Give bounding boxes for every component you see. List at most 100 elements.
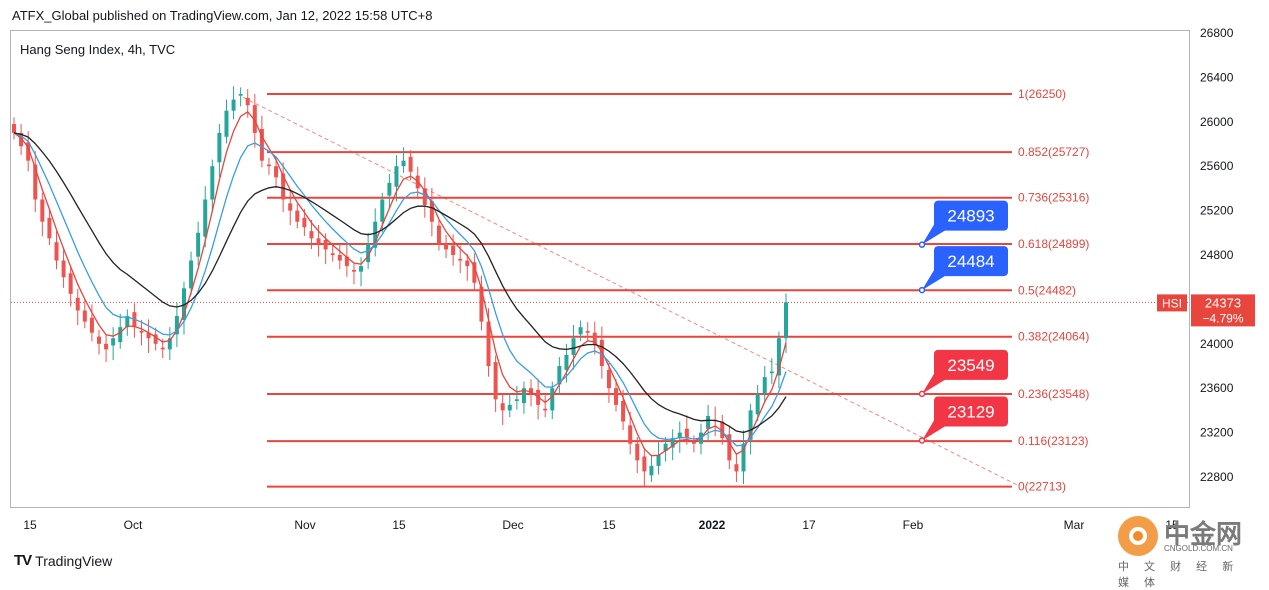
candle-body: [54, 242, 59, 261]
candle-body: [245, 97, 250, 106]
footer-brand: TradingView: [35, 552, 113, 569]
candle-body: [691, 442, 696, 444]
y-tick-label: 25200: [1200, 204, 1234, 218]
cngold-watermark: 中金网 CNGOLD.COM.CN 中 文 财 经 新 媒 体: [1112, 510, 1262, 589]
candle-body: [189, 260, 194, 289]
y-tick-label: 24000: [1200, 337, 1234, 351]
candle-body: [160, 347, 165, 350]
candle-body: [543, 408, 548, 411]
candle-body: [217, 132, 222, 163]
candle-body: [635, 443, 640, 461]
x-tick-label: 17: [802, 518, 816, 532]
candle-body: [769, 371, 774, 374]
fib-level-label: 0.618(24899): [1018, 237, 1089, 251]
x-tick-label: Nov: [294, 518, 315, 532]
y-tick-label: 25600: [1200, 159, 1234, 173]
symbol-label: HSI: [1162, 296, 1182, 310]
candle-body: [295, 210, 300, 222]
candle-body: [550, 388, 555, 411]
fib-level-label: 0.5(24482): [1018, 283, 1076, 297]
candle-body: [330, 253, 335, 255]
candle-body: [82, 310, 87, 322]
candlestick-chart[interactable]: 2680026400260002560025200248002440024000…: [0, 0, 1269, 583]
candle-body: [656, 454, 661, 466]
candle-body: [104, 343, 109, 350]
candle-body: [784, 302, 788, 339]
candle-body: [47, 217, 52, 239]
price-callout: 23549: [918, 349, 1008, 398]
callout-label: 24893: [947, 207, 994, 226]
candle-body: [224, 110, 229, 137]
callout-label: 23549: [947, 356, 994, 375]
tradingview-footer[interactable]: TV TradingView: [14, 552, 112, 569]
candle-body: [231, 99, 236, 111]
watermark-url: CNGOLD.COM.CN: [1164, 544, 1233, 553]
y-tick-label: 22800: [1200, 470, 1234, 484]
y-tick-label: 26800: [1200, 26, 1234, 40]
fib-level-label: 0.116(23123): [1018, 434, 1089, 448]
y-tick-label: 23200: [1200, 426, 1234, 440]
candle-body: [274, 166, 279, 178]
candle-body: [507, 404, 512, 411]
fib-level-label: 0.852(25727): [1018, 145, 1089, 159]
candle-body: [408, 156, 413, 172]
candle-body: [266, 164, 271, 167]
candle-body: [394, 166, 399, 187]
candle-body: [479, 286, 484, 322]
candle-body: [139, 331, 144, 333]
x-tick-label: 15: [602, 518, 616, 532]
callout-anchor: [918, 390, 926, 398]
last-price-label: 24373: [1205, 295, 1241, 310]
candle-body: [444, 243, 449, 250]
x-tick-label: Feb: [903, 518, 924, 532]
candle-body: [302, 217, 307, 228]
price-callout: 23129: [918, 396, 1008, 444]
cngold-logo-icon: [1118, 516, 1158, 556]
candle-body: [203, 199, 208, 237]
candle-body: [755, 393, 760, 415]
callout-label: 24484: [947, 252, 994, 271]
candle-body: [309, 231, 314, 239]
watermark-sub: 中 文 财 经 新 媒 体: [1118, 561, 1240, 589]
candle-body: [458, 258, 463, 261]
fib-level-label: 1(26250): [1018, 87, 1066, 101]
candle-body: [40, 199, 45, 222]
candle-body: [606, 369, 611, 389]
candle-body: [238, 94, 243, 96]
price-change-label: −4.79%: [1202, 311, 1243, 325]
candle-body: [642, 456, 647, 472]
candle-body: [493, 362, 498, 400]
candle-body: [96, 336, 101, 344]
price-callout: 24484: [918, 246, 1008, 294]
candle-body: [401, 160, 406, 167]
candle-body: [436, 225, 441, 244]
candles-group: [12, 86, 788, 487]
candle-body: [68, 273, 73, 294]
x-tick-label: 2022: [699, 518, 726, 532]
candle-body: [323, 240, 328, 250]
y-tick-label: 24800: [1200, 248, 1234, 262]
fib-level-label: 0.236(23548): [1018, 387, 1089, 401]
candle-body: [564, 354, 569, 370]
x-tick-label: Dec: [502, 518, 523, 532]
callout-anchor: [918, 286, 926, 294]
candle-body: [500, 403, 505, 411]
candle-body: [684, 428, 689, 439]
callout-anchor: [918, 241, 926, 248]
callout-label: 23129: [947, 402, 994, 421]
fib-level-label: 0(22713): [1018, 480, 1066, 494]
candle-body: [621, 400, 626, 422]
candle-body: [288, 203, 293, 211]
candle-body: [316, 238, 321, 244]
candle-body: [628, 425, 633, 444]
candle-body: [571, 338, 576, 355]
candle-body: [337, 255, 342, 261]
candle-body: [387, 182, 392, 196]
x-tick-label: 15: [392, 518, 406, 532]
y-tick-label: 26000: [1200, 115, 1234, 129]
y-tick-label: 26400: [1200, 70, 1234, 84]
x-tick-label: Mar: [1064, 518, 1085, 532]
candle-body: [649, 465, 654, 476]
fib-level-label: 0.736(25316): [1018, 191, 1089, 205]
y-tick-label: 23600: [1200, 381, 1234, 395]
